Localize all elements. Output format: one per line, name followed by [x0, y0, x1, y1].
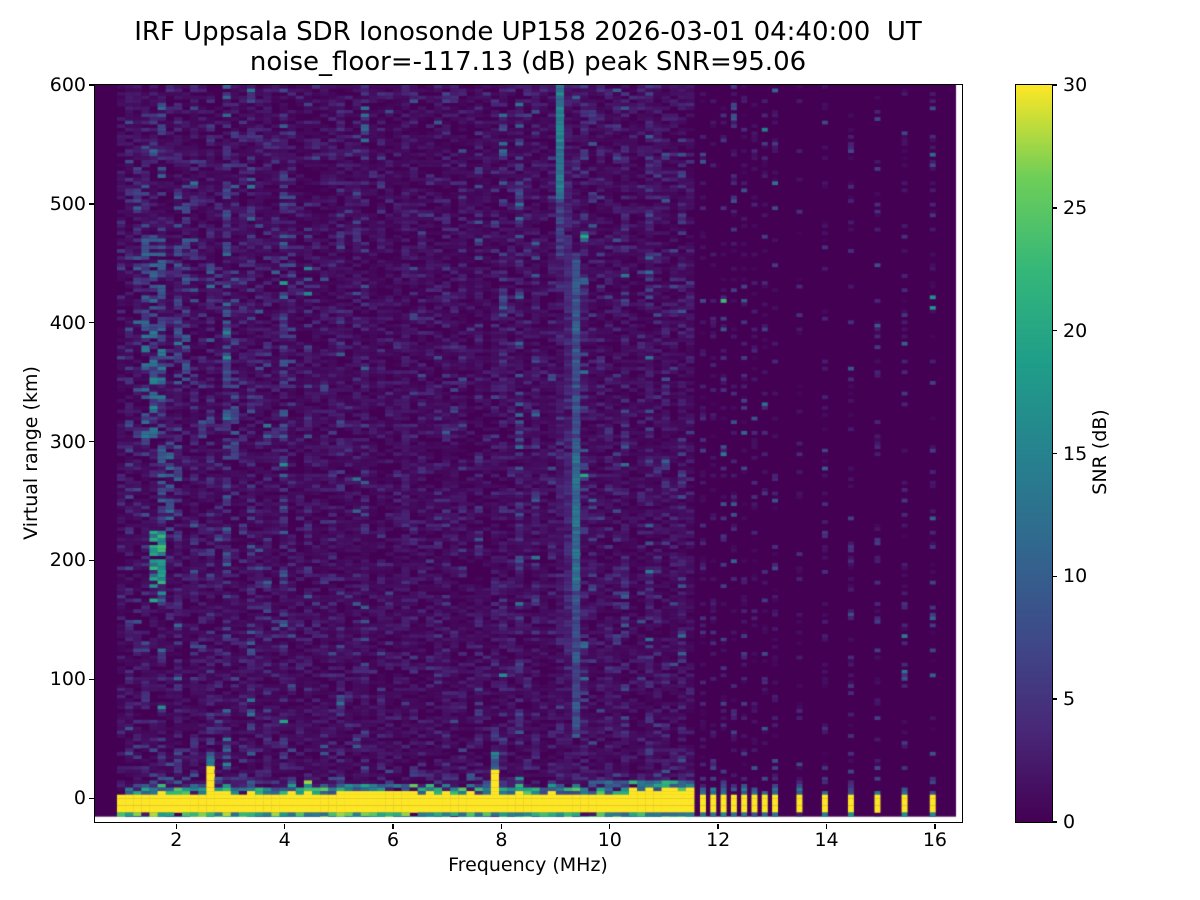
plot-area [94, 84, 963, 823]
x-axis-label: Frequency (MHz) [448, 854, 608, 876]
colorbar [1015, 84, 1053, 823]
chart-title: IRF Uppsala SDR Ionosonde UP158 2026-03-… [134, 18, 922, 46]
x-tick-label: 14 [814, 829, 838, 851]
y-tick-label: 500 [38, 193, 86, 215]
colorbar-tick-mark [1052, 453, 1057, 454]
x-tick-mark [826, 824, 827, 829]
x-tick-label: 16 [923, 829, 947, 851]
colorbar-tick-label: 20 [1063, 320, 1087, 342]
y-tick-mark [89, 560, 94, 561]
colorbar-tick-label: 30 [1063, 74, 1087, 96]
x-tick-mark [717, 824, 718, 829]
y-tick-mark [89, 322, 94, 323]
colorbar-tick-label: 0 [1063, 811, 1075, 833]
heatmap-canvas [95, 85, 962, 822]
y-tick-label: 200 [38, 549, 86, 571]
y-tick-label: 0 [38, 787, 86, 809]
colorbar-tick-mark [1052, 207, 1057, 208]
colorbar-tick-mark [1052, 330, 1057, 331]
x-tick-mark [934, 824, 935, 829]
colorbar-tick-label: 25 [1063, 197, 1087, 219]
x-tick-mark [501, 824, 502, 829]
x-tick-mark [609, 824, 610, 829]
colorbar-tick-mark [1052, 576, 1057, 577]
y-axis-label: Virtual range (km) [20, 366, 42, 540]
x-tick-mark [284, 824, 285, 829]
y-tick-mark [89, 679, 94, 680]
y-tick-mark [89, 203, 94, 204]
colorbar-tick-label: 10 [1063, 565, 1087, 587]
x-tick-mark [392, 824, 393, 829]
chart-subtitle: noise_floor=-117.13 (dB) peak SNR=95.06 [250, 48, 806, 76]
y-tick-label: 300 [38, 431, 86, 453]
x-tick-label: 6 [387, 829, 399, 851]
y-tick-mark [89, 798, 94, 799]
colorbar-tick-label: 5 [1063, 688, 1075, 710]
colorbar-canvas [1016, 85, 1052, 822]
x-tick-label: 8 [495, 829, 507, 851]
y-tick-mark [89, 84, 94, 85]
x-tick-label: 2 [170, 829, 182, 851]
colorbar-label: SNR (dB) [1089, 409, 1111, 494]
x-tick-label: 4 [279, 829, 291, 851]
colorbar-tick-mark [1052, 84, 1057, 85]
y-tick-label: 600 [38, 74, 86, 96]
colorbar-tick-mark [1052, 698, 1057, 699]
x-tick-label: 10 [598, 829, 622, 851]
y-tick-mark [89, 441, 94, 442]
y-tick-label: 100 [38, 668, 86, 690]
x-tick-mark [176, 824, 177, 829]
colorbar-tick-label: 15 [1063, 443, 1087, 465]
y-tick-label: 400 [38, 312, 86, 334]
colorbar-tick-mark [1052, 821, 1057, 822]
ionogram-figure: IRF Uppsala SDR Ionosonde UP158 2026-03-… [0, 0, 1200, 900]
x-tick-label: 12 [706, 829, 730, 851]
